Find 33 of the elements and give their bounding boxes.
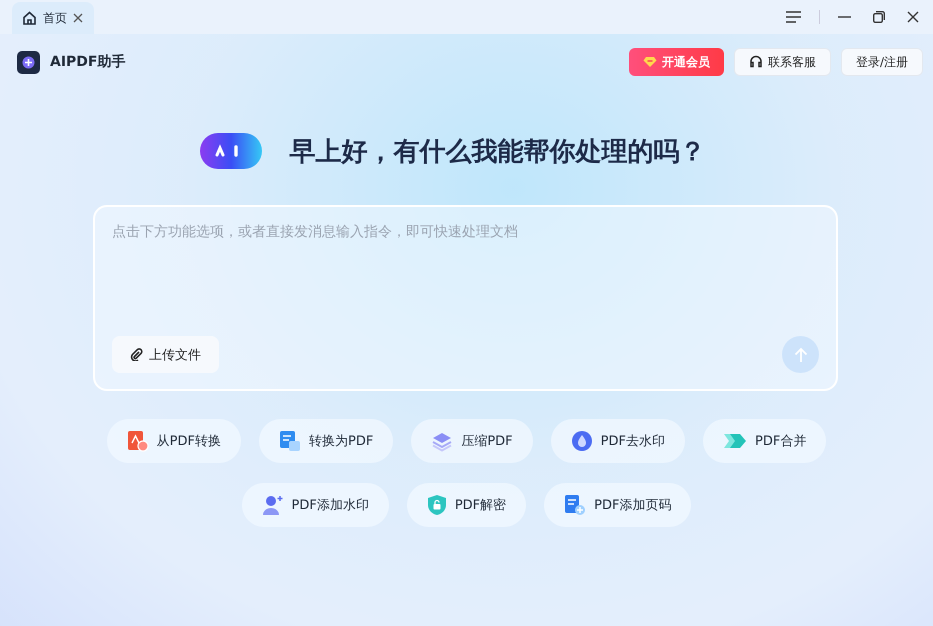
prompt-input-field[interactable]: 点击下方功能选项，或者直接发消息输入指令，即可快速处理文档 上传文件: [93, 205, 838, 391]
shield-lock-icon: [426, 494, 447, 516]
pdf-file-icon: [126, 430, 149, 452]
support-button[interactable]: 联系客服: [734, 48, 831, 76]
home-tab[interactable]: 首页: [12, 2, 94, 34]
tool-button[interactable]: PDF去水印: [550, 419, 685, 463]
document-icon: [279, 430, 301, 452]
water-drop-icon: [570, 430, 593, 452]
headset-icon: [748, 55, 763, 69]
tool-button[interactable]: PDF解密: [406, 483, 526, 527]
up-arrow-icon: [794, 346, 808, 362]
greeting-heading: 早上好，有什么我能帮你处理的吗？: [290, 136, 706, 168]
app-name: AIPDF助手: [50, 53, 126, 71]
tool-button[interactable]: PDF添加页码: [544, 483, 692, 527]
tool-button[interactable]: 压缩PDF: [411, 419, 533, 463]
app-logo-icon: [17, 50, 40, 74]
restore-icon[interactable]: [873, 11, 885, 23]
diamond-icon: [642, 56, 657, 68]
login-button[interactable]: 登录/注册: [840, 48, 923, 76]
home-icon: [22, 11, 37, 25]
paperclip-icon: [130, 348, 143, 361]
layers-icon: [431, 430, 454, 452]
close-icon[interactable]: [907, 11, 919, 23]
upload-file-button[interactable]: 上传文件: [112, 336, 219, 373]
tool-button[interactable]: 转换为PDF: [259, 419, 394, 463]
tool-button[interactable]: 从PDF转换: [106, 419, 241, 463]
user-icon: [262, 494, 284, 516]
close-icon[interactable]: [73, 13, 83, 23]
tool-button[interactable]: PDF添加水印: [242, 483, 389, 527]
merge-arrow-icon: [722, 431, 747, 451]
document-plus-icon: [564, 494, 586, 516]
tool-button[interactable]: PDF合并: [702, 419, 826, 463]
menu-icon[interactable]: [786, 11, 801, 23]
